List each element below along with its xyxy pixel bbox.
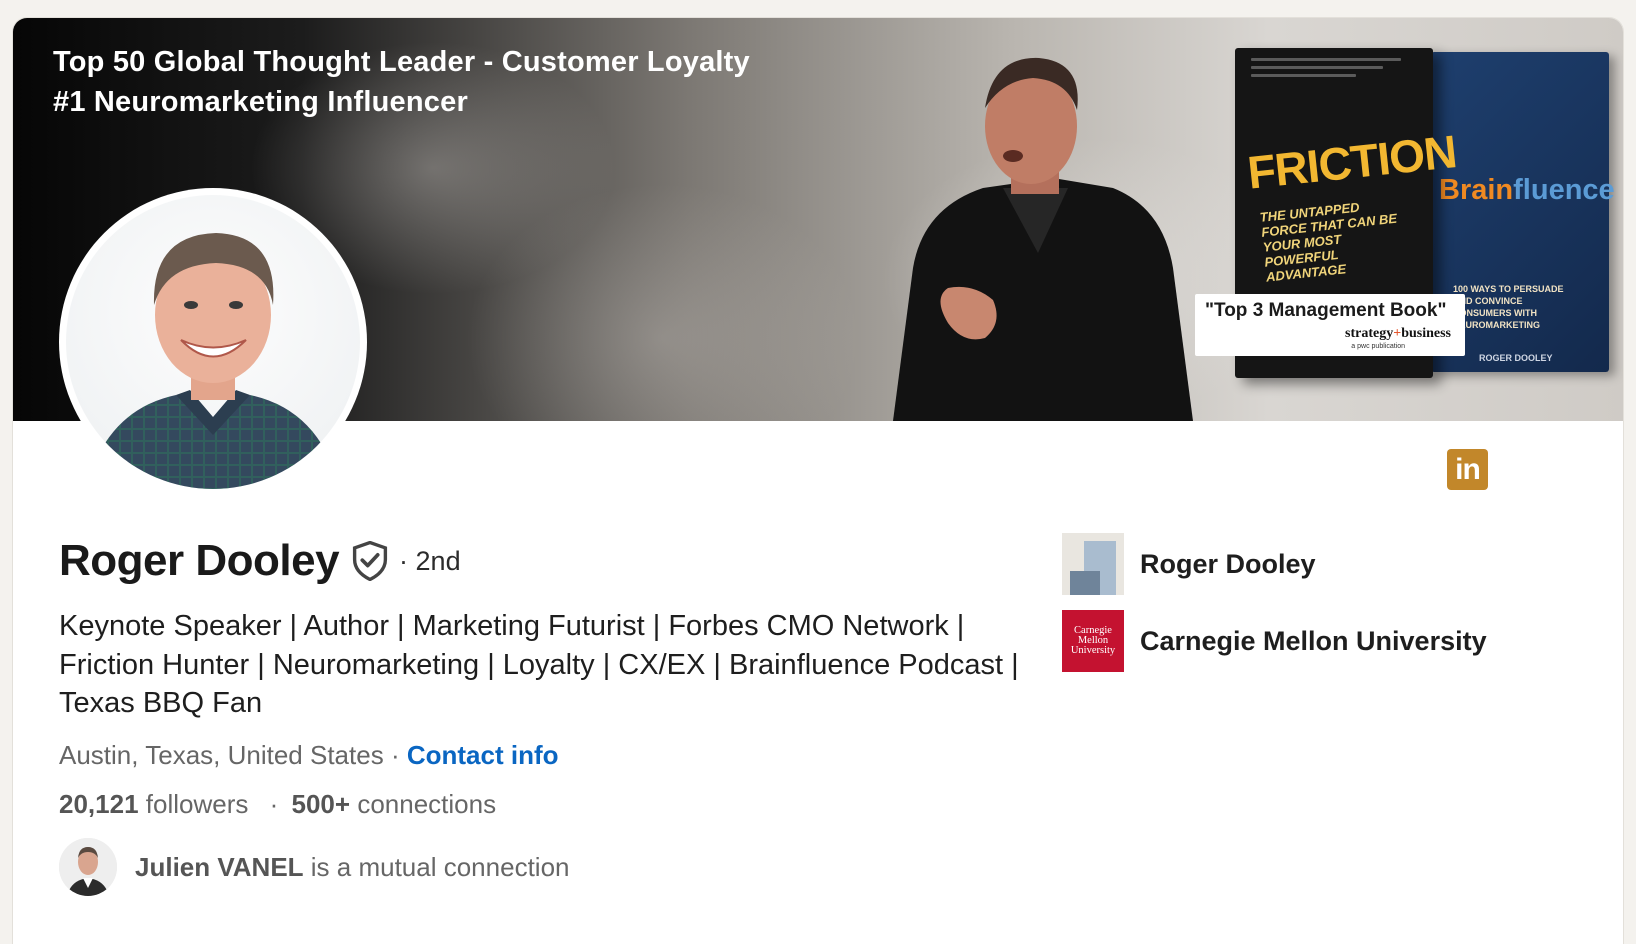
generic-company-icon	[1062, 533, 1124, 595]
profile-headline: Keynote Speaker | Author | Marketing Fut…	[59, 610, 1019, 719]
current-company-name: Roger Dooley	[1140, 548, 1316, 579]
profile-photo-illustration	[86, 233, 340, 489]
profile-name: Roger Dooley	[59, 536, 340, 585]
mutual-connection-avatar	[59, 838, 117, 896]
award-label: "Top 3 Management Book" strategy+busines…	[1195, 294, 1465, 356]
banner-headline-2: #1 Neuromarketing Influencer	[53, 86, 468, 118]
award-quote: "Top 3 Management Book"	[1205, 300, 1447, 321]
book-subtitle-friction: THE UNTAPPED FORCE THAT CAN BE YOUR MOST…	[1259, 199, 1398, 285]
connection-degree: · 2nd	[399, 545, 461, 576]
stats-separator: ·	[269, 789, 279, 819]
banner-headline-1: Top 50 Global Thought Leader - Customer …	[53, 46, 750, 78]
verified-shield-icon[interactable]	[351, 541, 389, 581]
profile-photo-image	[66, 195, 360, 489]
cmu-logo: Carnegie Mellon University	[1062, 610, 1124, 672]
connections-link[interactable]: 500+ connections	[292, 789, 497, 819]
award-publication: a pwc publication	[1351, 343, 1405, 350]
book-author: ROGER DOOLEY	[1479, 353, 1553, 363]
name-row: Roger Dooley · 2nd	[59, 536, 461, 586]
connections-count: 500+	[291, 789, 351, 819]
profile-location: Austin, Texas, United States	[59, 740, 384, 770]
followers-label: followers	[145, 789, 249, 819]
book-blurb	[1251, 58, 1401, 94]
linkedin-icon[interactable]: in	[1447, 449, 1488, 490]
followers-count: 20,121	[59, 789, 139, 819]
separator-dot: ·	[390, 740, 400, 770]
speaker-photo	[893, 57, 1193, 421]
book-subtitle-brainfluence: 100 WAYS TO PERSUADE AND CONVINCE CONSUM…	[1453, 284, 1564, 330]
education-school[interactable]: Carnegie Mellon University Carnegie Mell…	[1062, 610, 1487, 672]
award-brand: strategy+business	[1345, 326, 1451, 341]
profile-card: Top 50 Global Thought Leader - Customer …	[13, 18, 1623, 944]
connections-label: connections	[357, 789, 497, 819]
mutual-connection-name: Julien VANEL	[135, 851, 304, 882]
mutual-connection[interactable]: Julien VANEL is a mutual connection	[59, 838, 570, 896]
location-row: Austin, Texas, United States · Contact i…	[59, 740, 559, 771]
mutual-connection-text: Julien VANEL is a mutual connection	[135, 851, 570, 882]
contact-info-link[interactable]: Contact info	[407, 740, 559, 770]
profile-photo[interactable]	[59, 188, 367, 496]
current-company[interactable]: Roger Dooley	[1062, 533, 1316, 595]
education-school-name: Carnegie Mellon University	[1140, 625, 1487, 656]
stats-row: 20,121 followers · 500+ connections	[59, 789, 496, 820]
followers-link[interactable]: 20,121 followers	[59, 789, 248, 819]
book-title-brainfluence: Brainfluence	[1439, 174, 1615, 206]
